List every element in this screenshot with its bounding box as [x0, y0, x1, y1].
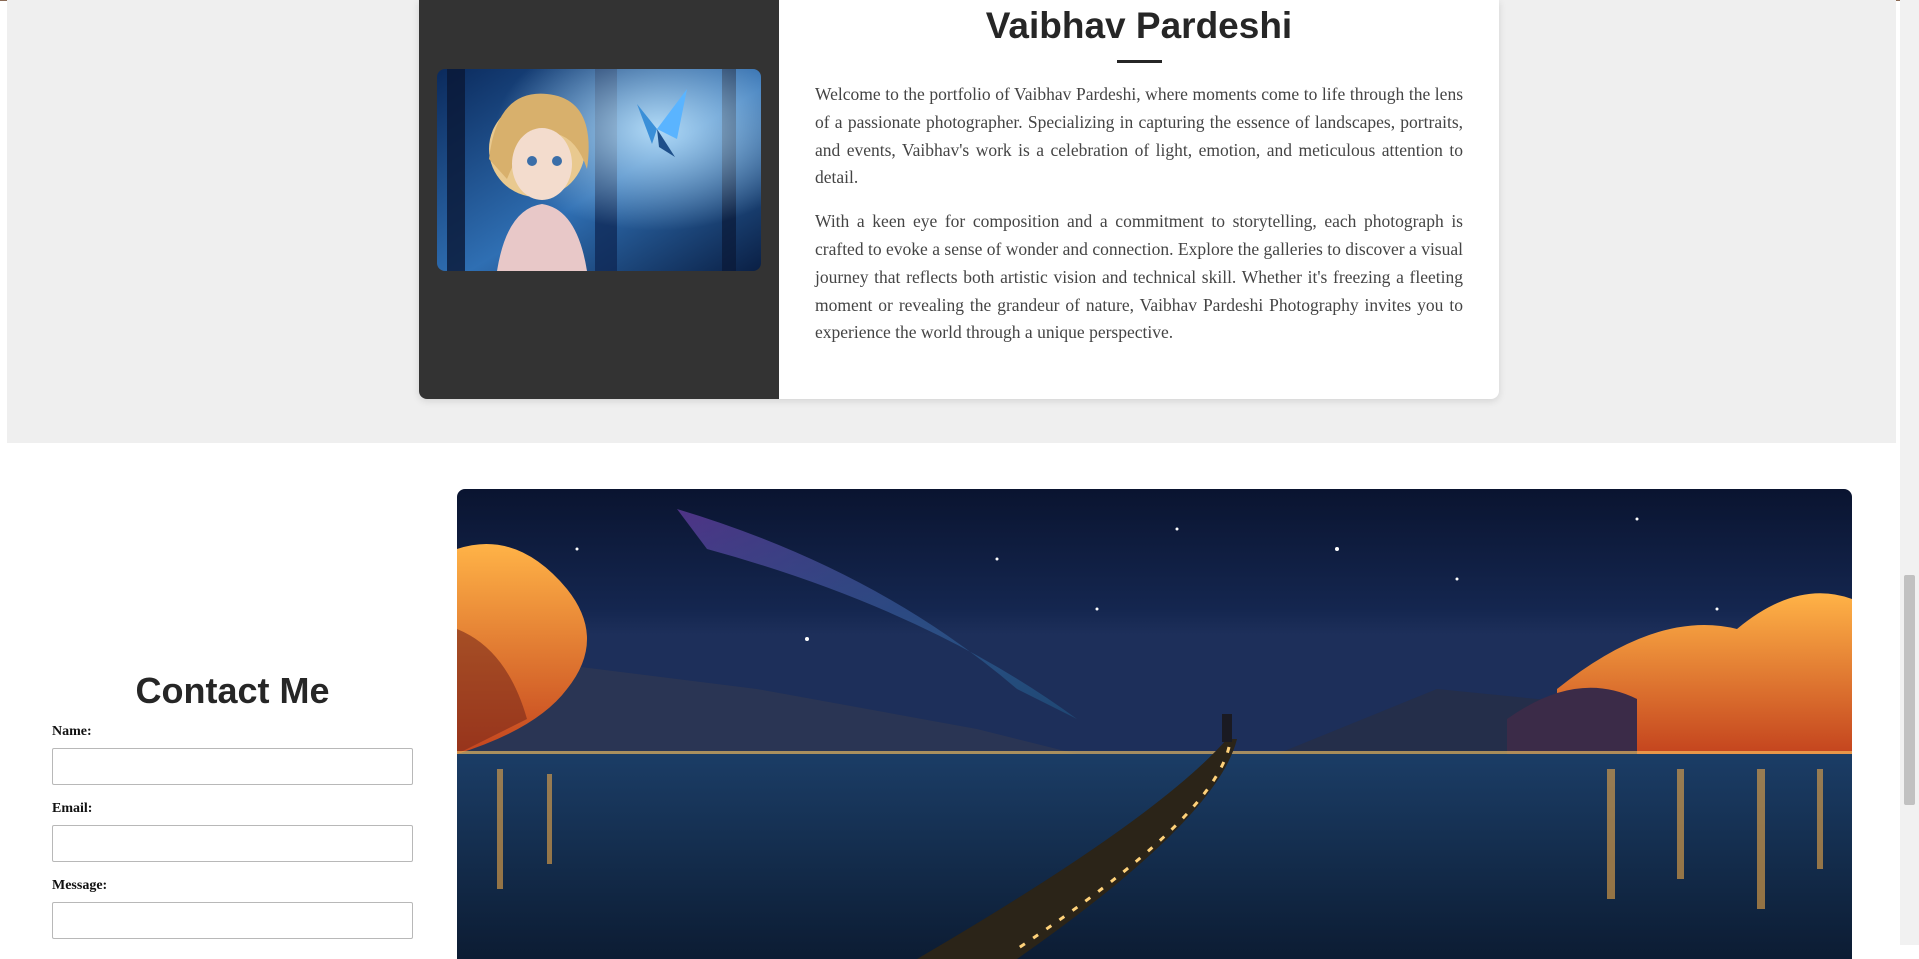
- message-label: Message:: [52, 878, 108, 893]
- about-section: Vaibhav Pardeshi Welcome to the portfoli…: [7, 0, 1896, 443]
- name-field[interactable]: [52, 748, 413, 785]
- title-underline: [1116, 60, 1162, 63]
- night-lake-landscape-image: [457, 489, 1852, 959]
- about-title: Vaibhav Pardeshi: [985, 5, 1293, 46]
- contact-title: Contact Me: [135, 670, 330, 711]
- message-field[interactable]: [52, 902, 413, 939]
- about-paragraph-2: With a keen eye for composition and a co…: [815, 211, 1463, 343]
- contact-form: Contact Me Name: Email: Message:: [52, 668, 413, 939]
- name-label: Name:: [52, 724, 92, 739]
- page-scrollbar[interactable]: [1900, 0, 1919, 945]
- scrollbar-thumb[interactable]: [1904, 575, 1915, 805]
- about-card: Vaibhav Pardeshi Welcome to the portfoli…: [419, 0, 1499, 399]
- about-paragraph-1: Welcome to the portfolio of Vaibhav Pard…: [815, 84, 1463, 188]
- about-text-column: Vaibhav Pardeshi Welcome to the portfoli…: [815, 0, 1463, 363]
- contact-section: Contact Me Name: Email: Message:: [0, 443, 1900, 959]
- about-image-panel: [419, 0, 779, 399]
- email-field[interactable]: [52, 825, 413, 862]
- anime-girl-butterfly-image: [437, 69, 761, 271]
- email-label: Email:: [52, 801, 93, 816]
